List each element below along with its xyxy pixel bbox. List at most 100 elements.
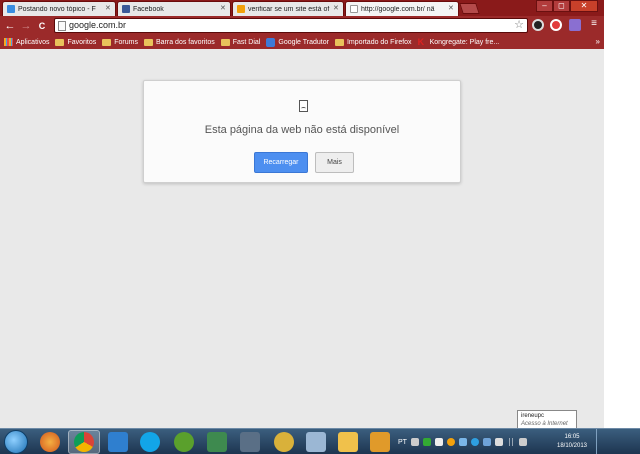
menu-icon[interactable]: ≡	[588, 19, 600, 31]
close-window-button[interactable]: ✕	[570, 0, 598, 12]
calculator-icon[interactable]	[306, 432, 326, 452]
error-card: Esta página da web não está disponível R…	[143, 80, 461, 183]
facebook-favicon-icon	[122, 5, 130, 13]
system-tray: PT	[398, 429, 527, 454]
folder-icon	[144, 38, 153, 46]
bookmark-favoritos[interactable]: Favoritos	[55, 38, 97, 46]
desktop-background	[604, 0, 640, 428]
bookmark-label: Google Tradutor	[278, 38, 329, 46]
tray-orange-icon[interactable]	[446, 438, 455, 446]
tab-label: Postando novo tópico - F	[18, 5, 96, 13]
minimize-button[interactable]: –	[536, 0, 553, 12]
tab-facebook[interactable]: Facebook ✕	[117, 1, 231, 16]
volume-icon[interactable]	[518, 438, 527, 446]
spreadsheet-icon[interactable]	[207, 432, 227, 452]
close-tab-icon[interactable]: ✕	[448, 5, 454, 13]
sad-page-icon	[299, 100, 308, 112]
bookmark-label: Forums	[114, 38, 138, 46]
bookmark-barra-dos-favoritos[interactable]: Barra dos favoritos	[144, 38, 215, 46]
bookmark-importado-do-firefox[interactable]: Importado do Firefox	[334, 38, 412, 46]
bookmark-forums[interactable]: Forums	[102, 38, 138, 46]
apps-icon	[4, 38, 13, 46]
error-title: Esta página da web não está disponível	[204, 124, 400, 136]
network-tooltip: ireneupc Acesso à Internet	[517, 410, 577, 429]
url-text: google.com.br	[69, 20, 127, 30]
clock-time: 16:05	[564, 434, 580, 440]
tab-verificar[interactable]: verificar se um site está of ✕	[232, 1, 344, 16]
bing-favicon-icon	[237, 5, 245, 13]
forward-button[interactable]: →	[20, 20, 32, 32]
back-button[interactable]: ←	[4, 20, 16, 32]
reload-button[interactable]: C	[36, 20, 48, 32]
browser-window: Postando novo tópico - F ✕ Facebook ✕ ve…	[0, 0, 604, 428]
tray-window-icon[interactable]	[434, 438, 443, 446]
clock-date: 18/10/2013	[556, 443, 588, 449]
utorrent-icon[interactable]	[174, 432, 194, 452]
bookmark-label: Importado do Firefox	[346, 38, 412, 46]
bookmark-star-icon[interactable]: ☆	[514, 19, 524, 32]
bookmarks-overflow-button[interactable]: »	[596, 37, 600, 46]
close-tab-icon[interactable]: ✕	[220, 5, 226, 13]
show-desktop-button[interactable]	[596, 429, 604, 454]
browser-toolbar: ← → C google.com.br ☆ ≡	[0, 16, 604, 35]
forum-favicon-icon	[7, 5, 15, 13]
tab-label: verificar se um site está of	[248, 5, 330, 13]
skype-icon[interactable]	[140, 432, 160, 452]
tray-flag-icon[interactable]	[494, 438, 503, 446]
tooltip-status: Acesso à Internet	[521, 421, 568, 427]
folder-icon	[55, 38, 65, 46]
bookmark-label: Favoritos	[67, 38, 97, 46]
taskbar: PT 16:05 18/10/2013	[0, 428, 640, 454]
bookmarks-bar: Aplicativos Favoritos Forums Barra dos f…	[0, 35, 604, 49]
new-tab-button[interactable]	[459, 3, 480, 14]
tab-label: Facebook	[133, 5, 164, 13]
bookmark-fast-dial[interactable]: Fast Dial	[220, 38, 261, 46]
bookmark-google-tradutor[interactable]: Google Tradutor	[266, 37, 329, 47]
tooltip-user: ireneupc	[521, 413, 545, 419]
tray-network-icon[interactable]	[458, 438, 467, 446]
bookmark-kongregate[interactable]: K Kongregate: Play fre...	[417, 36, 500, 47]
tray-monitor-icon[interactable]	[422, 438, 431, 446]
more-button[interactable]: Mais	[315, 152, 354, 173]
chrome-icon[interactable]	[74, 432, 94, 452]
page-icon	[58, 21, 66, 31]
tab-google-error[interactable]: http://google.com.br/ nã ✕	[345, 1, 459, 16]
signal-icon[interactable]	[506, 438, 515, 446]
window-icon[interactable]	[240, 432, 260, 452]
extension-purple-icon[interactable]	[569, 19, 581, 31]
address-bar[interactable]: google.com.br ☆	[54, 18, 528, 33]
translate-icon	[266, 37, 276, 47]
bookmark-label: Kongregate: Play fre...	[429, 38, 500, 46]
close-tab-icon[interactable]: ✕	[105, 5, 111, 13]
extension-red-icon[interactable]	[550, 19, 562, 31]
folder-icon	[102, 38, 112, 46]
tray-app-icon[interactable]	[410, 438, 419, 446]
page-content: Esta página da web não está disponível R…	[0, 49, 604, 428]
explorer-icon[interactable]	[338, 432, 358, 452]
start-button[interactable]	[4, 430, 28, 454]
folder-icon	[220, 38, 230, 46]
tray-display-icon[interactable]	[482, 438, 491, 446]
page-favicon-icon	[350, 5, 358, 13]
maximize-button[interactable]: ◻	[553, 0, 570, 12]
extension-dark-icon[interactable]	[532, 19, 544, 31]
tab-postando[interactable]: Postando novo tópico - F ✕	[2, 1, 116, 16]
tray-skype-icon[interactable]	[470, 438, 479, 446]
window-controls: – ◻ ✕	[536, 0, 598, 12]
clock[interactable]: 16:05 18/10/2013	[552, 433, 592, 451]
maxthon-icon[interactable]	[108, 432, 128, 452]
media-player-icon[interactable]	[370, 432, 390, 452]
bookmark-label: Barra dos favoritos	[156, 38, 215, 46]
bookmark-label: Fast Dial	[232, 38, 261, 46]
bookmark-apps[interactable]: Aplicativos	[4, 38, 49, 46]
firefox-icon[interactable]	[40, 432, 60, 452]
reload-page-button[interactable]: Recarregar	[254, 152, 308, 173]
bookmark-label: Aplicativos	[16, 38, 50, 46]
language-indicator[interactable]: PT	[398, 439, 407, 446]
folder-icon	[334, 38, 344, 46]
tab-label: http://google.com.br/ nã	[361, 5, 435, 13]
kongregate-icon: K	[417, 36, 425, 47]
burner-icon[interactable]	[274, 432, 294, 452]
tab-strip: Postando novo tópico - F ✕ Facebook ✕ ve…	[0, 0, 604, 16]
close-tab-icon[interactable]: ✕	[333, 5, 339, 13]
